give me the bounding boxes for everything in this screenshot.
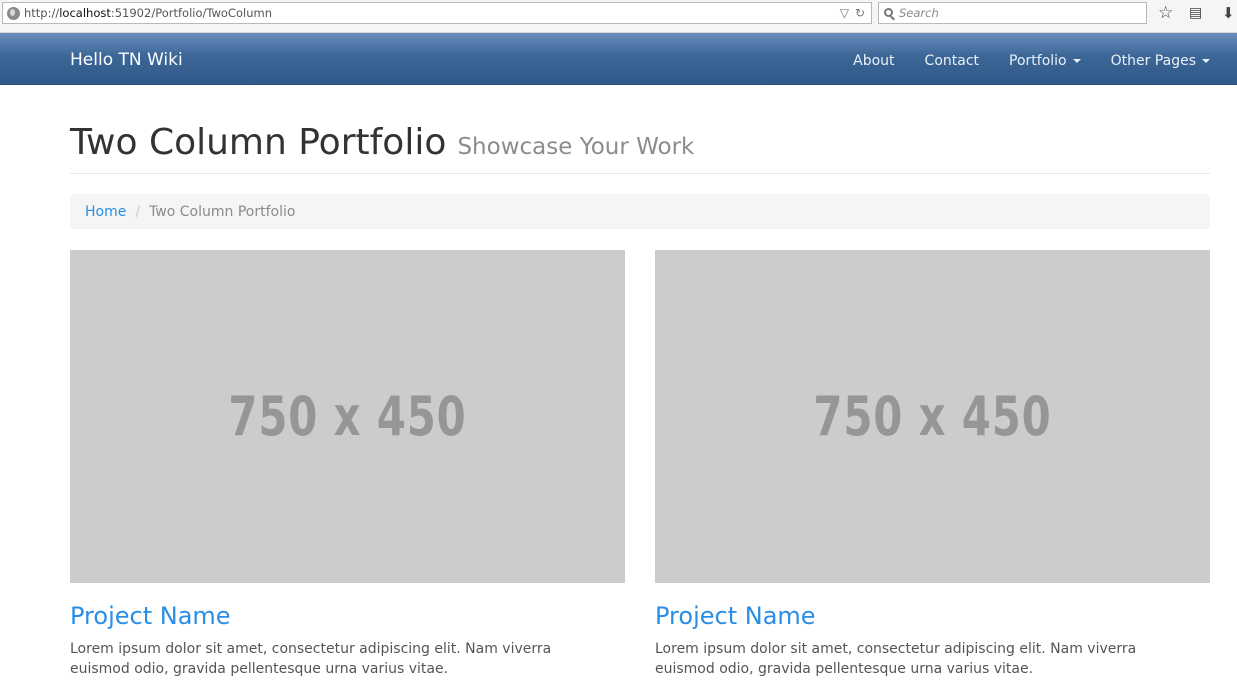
- search-icon: [884, 7, 893, 17]
- project-card: 750 x 450 Project Name Lorem ipsum dolor…: [655, 250, 1210, 679]
- url-actions: ▽ ↻: [840, 6, 871, 20]
- reload-icon[interactable]: ↻: [855, 6, 865, 20]
- caret-down-icon: [1072, 59, 1081, 63]
- navbar: Hello TN Wiki About Contact Portfolio Ot…: [0, 33, 1237, 85]
- url-path: :51902/Portfolio/TwoColumn: [110, 6, 272, 20]
- project-description: Lorem ipsum dolor sit amet, consectetur …: [655, 641, 1137, 677]
- star-icon[interactable]: ☆: [1158, 4, 1173, 22]
- breadcrumb-home-link[interactable]: Home: [85, 204, 126, 220]
- breadcrumb-separator: /: [135, 203, 141, 220]
- brand-link[interactable]: Hello TN Wiki: [70, 50, 183, 70]
- nav-item-label: Contact: [924, 53, 980, 69]
- page-subtitle: Showcase Your Work: [457, 134, 695, 160]
- globe-icon: [7, 6, 20, 20]
- download-icon[interactable]: ⬇: [1222, 4, 1235, 22]
- project-name-link[interactable]: Project Name: [70, 601, 625, 631]
- clipboard-icon[interactable]: ▤: [1189, 4, 1202, 22]
- browser-search-input[interactable]: Search: [878, 2, 1147, 24]
- nav-item-label: Portfolio: [1009, 53, 1067, 69]
- project-description: Lorem ipsum dolor sit amet, consectetur …: [70, 641, 552, 677]
- search-placeholder: Search: [899, 6, 939, 20]
- image-size-label: 750 x 450: [228, 385, 467, 448]
- nav-item-label: About: [853, 53, 895, 69]
- nav-menu: About Contact Portfolio Other Pages: [823, 53, 1210, 69]
- image-size-label: 750 x 450: [813, 385, 1052, 448]
- nav-item-about[interactable]: About: [853, 53, 894, 69]
- address-bar[interactable]: http://localhost:51902/Portfolio/TwoColu…: [2, 2, 872, 24]
- dropdown-arrow-icon[interactable]: ▽: [840, 6, 849, 20]
- project-card: 750 x 450 Project Name Lorem ipsum dolor…: [70, 250, 625, 679]
- nav-item-portfolio[interactable]: Portfolio: [1009, 53, 1081, 69]
- project-image-placeholder[interactable]: 750 x 450: [70, 250, 625, 583]
- page-title: Two Column Portfolio: [70, 122, 447, 163]
- nav-item-other-pages[interactable]: Other Pages: [1111, 53, 1210, 69]
- breadcrumb-current: Two Column Portfolio: [149, 203, 296, 220]
- url-text: http://localhost:51902/Portfolio/TwoColu…: [24, 6, 272, 20]
- browser-toolbar: http://localhost:51902/Portfolio/TwoColu…: [0, 0, 1237, 33]
- project-image-placeholder[interactable]: 750 x 450: [655, 250, 1210, 583]
- url-prefix: http://: [24, 6, 60, 20]
- nav-item-label: Other Pages: [1110, 53, 1196, 69]
- project-name-link[interactable]: Project Name: [655, 601, 1210, 631]
- breadcrumb: Home / Two Column Portfolio: [70, 194, 1210, 229]
- caret-down-icon: [1202, 59, 1210, 63]
- nav-item-contact[interactable]: Contact: [925, 53, 979, 69]
- url-host: localhost: [59, 6, 111, 20]
- page-header: Two Column Portfolio Showcase Your Work: [70, 122, 1210, 174]
